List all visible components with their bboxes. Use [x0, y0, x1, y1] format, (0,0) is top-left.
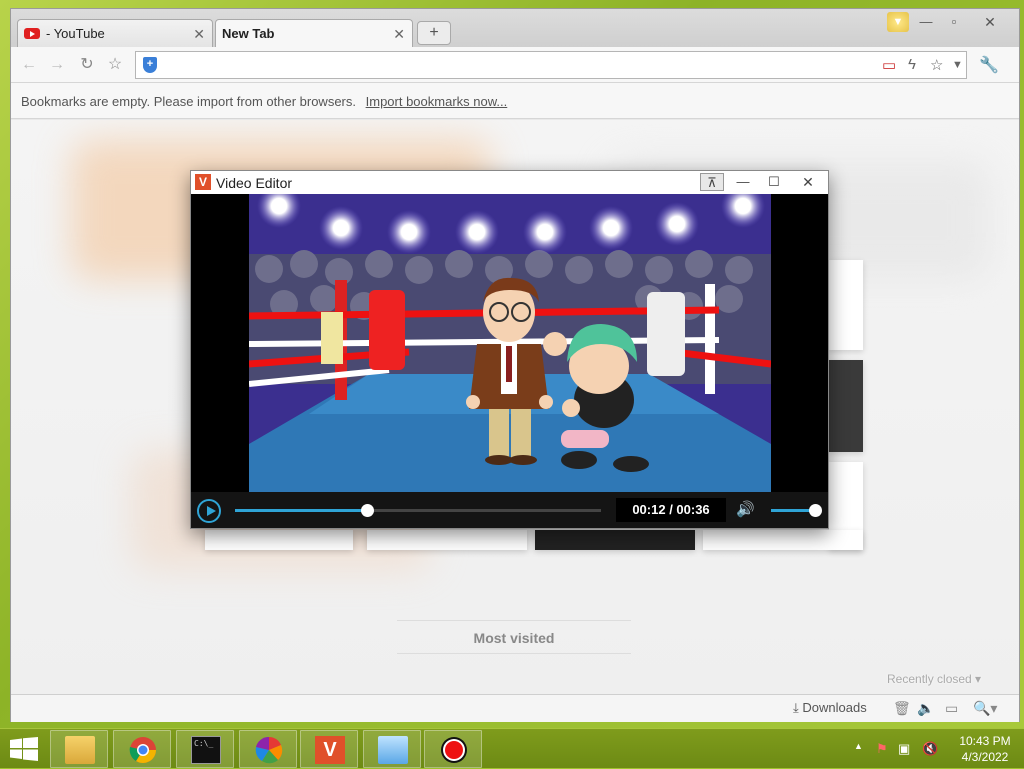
taskbar-control-panel[interactable] — [363, 730, 421, 768]
clock-time: 10:43 PM — [959, 734, 1011, 748]
pinwheel-icon — [255, 736, 283, 764]
control-panel-icon — [378, 736, 408, 764]
show-hidden-icons[interactable]: ▲ — [854, 741, 863, 751]
maximize-button[interactable]: ▫ — [943, 13, 965, 31]
trash-icon[interactable]: 🗑 — [893, 700, 911, 717]
record-icon — [441, 737, 467, 763]
recently-closed-label: Recently closed — [887, 672, 972, 686]
recently-closed-button[interactable]: Recently closed ▾ — [887, 672, 981, 686]
zoom-icon[interactable]: 🔍▾ — [973, 700, 997, 717]
windows-start-icon[interactable] — [10, 737, 38, 761]
seek-handle[interactable] — [360, 504, 374, 517]
minimize-button[interactable]: — — [731, 173, 755, 191]
dropdown-icon[interactable]: ▼ — [952, 59, 963, 71]
volume-icon[interactable]: 🔊 — [736, 500, 755, 518]
new-tab-button[interactable]: + — [417, 21, 451, 45]
downloads-label: Downloads — [802, 700, 867, 715]
forward-icon[interactable]: → — [47, 55, 67, 75]
toolbar: ← → ↻ ☆ + ▭ ϟ ☆ ▼ 🔧 — [11, 47, 1019, 83]
most-visited-button[interactable]: Most visited — [397, 620, 631, 654]
clock[interactable]: 10:43 PM 4/3/2022 — [950, 733, 1020, 765]
lightning-icon[interactable]: ϟ — [908, 56, 916, 73]
window-title: Video Editor — [216, 175, 293, 191]
close-button[interactable]: ✕ — [796, 173, 820, 191]
bookmarks-empty-text: Bookmarks are empty. Please import from … — [21, 94, 356, 109]
thumbnail[interactable] — [367, 530, 527, 550]
taskbar-chrome[interactable] — [113, 730, 171, 768]
wrench-icon[interactable]: 🔧 — [979, 55, 999, 75]
folder-icon — [65, 736, 95, 764]
clock-date: 4/3/2022 — [961, 750, 1009, 764]
terminal-icon: C:\_ — [191, 736, 221, 764]
video-frame[interactable] — [191, 194, 828, 492]
thumbnail[interactable] — [535, 530, 695, 550]
thumbnail[interactable] — [829, 360, 863, 452]
volume-muted-icon[interactable]: 🔇 — [922, 741, 938, 757]
minimize-button[interactable]: — — [915, 13, 937, 31]
bookmark-star-icon[interactable]: ☆ — [930, 56, 943, 74]
time-display: 00:12 / 00:36 — [616, 498, 726, 522]
thumbnail[interactable] — [829, 260, 863, 350]
window-icon[interactable]: ▭ — [945, 700, 958, 717]
bookmarks-bar: Bookmarks are empty. Please import from … — [11, 83, 1019, 119]
play-button[interactable] — [197, 499, 221, 523]
video-editor-icon: V — [315, 736, 345, 764]
star-icon[interactable]: ☆ — [105, 55, 125, 75]
cartoon-boxing-ring-scene — [249, 194, 771, 492]
maximize-button[interactable]: ☐ — [762, 173, 786, 191]
taskbar: C:\_ V ▲ ⚑ ▣ 🔇 10:43 PM 4/3/2022 — [0, 728, 1024, 768]
taskbar-recorder[interactable] — [424, 730, 482, 768]
tab-label: New Tab — [222, 26, 275, 41]
close-button[interactable]: ✕ — [979, 13, 1001, 31]
tab-new-tab[interactable]: New Tab ✕ — [215, 19, 413, 47]
tab-youtube[interactable]: - YouTube ✕ — [17, 19, 213, 47]
import-bookmarks-link[interactable]: Import bookmarks now... — [366, 94, 508, 109]
video-editor-window: V Video Editor ⊼ — ☐ ✕ 00:12 / 00:36 🔊 — [190, 170, 829, 529]
tab-label: - YouTube — [46, 26, 105, 41]
seek-bar[interactable] — [235, 504, 601, 517]
reload-icon[interactable]: ↻ — [77, 55, 97, 75]
thumbnail[interactable] — [703, 530, 863, 550]
close-tab-icon[interactable]: ✕ — [193, 26, 205, 43]
close-tab-icon[interactable]: ✕ — [393, 26, 405, 43]
taskbar-file-explorer[interactable] — [50, 730, 108, 768]
system-tray: ▲ ⚑ ▣ 🔇 10:43 PM 4/3/2022 — [850, 729, 1024, 769]
back-icon[interactable]: ← — [19, 55, 39, 75]
youtube-icon — [24, 28, 40, 39]
network-icon[interactable]: ▣ — [898, 741, 910, 757]
taskbar-command-prompt[interactable]: C:\_ — [176, 730, 234, 768]
chrome-icon — [129, 737, 157, 764]
title-bar[interactable]: V Video Editor ⊼ — ☐ ✕ — [191, 171, 828, 194]
volume-handle[interactable] — [809, 504, 822, 517]
status-bar: ⤓ Downloads 🗑 🔈 ▭ 🔍▾ — [11, 694, 1019, 722]
shield-icon: + — [143, 57, 157, 73]
volume-slider[interactable] — [771, 504, 822, 517]
playback-controls: 00:12 / 00:36 🔊 — [191, 492, 828, 528]
address-bar[interactable]: + ▭ ϟ ☆ ▼ — [135, 51, 967, 79]
tab-strip: - YouTube ✕ New Tab ✕ + ▼ — ▫ ✕ — [11, 9, 1019, 47]
pin-button[interactable]: ⊼ — [700, 173, 724, 191]
seek-progress — [235, 509, 367, 512]
speaker-icon[interactable]: 🔈 — [917, 700, 934, 717]
skin-icon[interactable]: ▼ — [887, 12, 909, 32]
download-icon: ⤓ — [793, 700, 799, 715]
taskbar-video-editor[interactable]: V — [300, 730, 358, 768]
screen-record-icon[interactable]: ▭ — [882, 56, 896, 74]
action-center-flag-icon[interactable]: ⚑ — [876, 741, 888, 757]
downloads-button[interactable]: ⤓ Downloads — [793, 700, 867, 716]
thumbnail[interactable] — [205, 530, 353, 550]
taskbar-photos[interactable] — [239, 730, 297, 768]
video-editor-logo: V — [195, 174, 211, 190]
